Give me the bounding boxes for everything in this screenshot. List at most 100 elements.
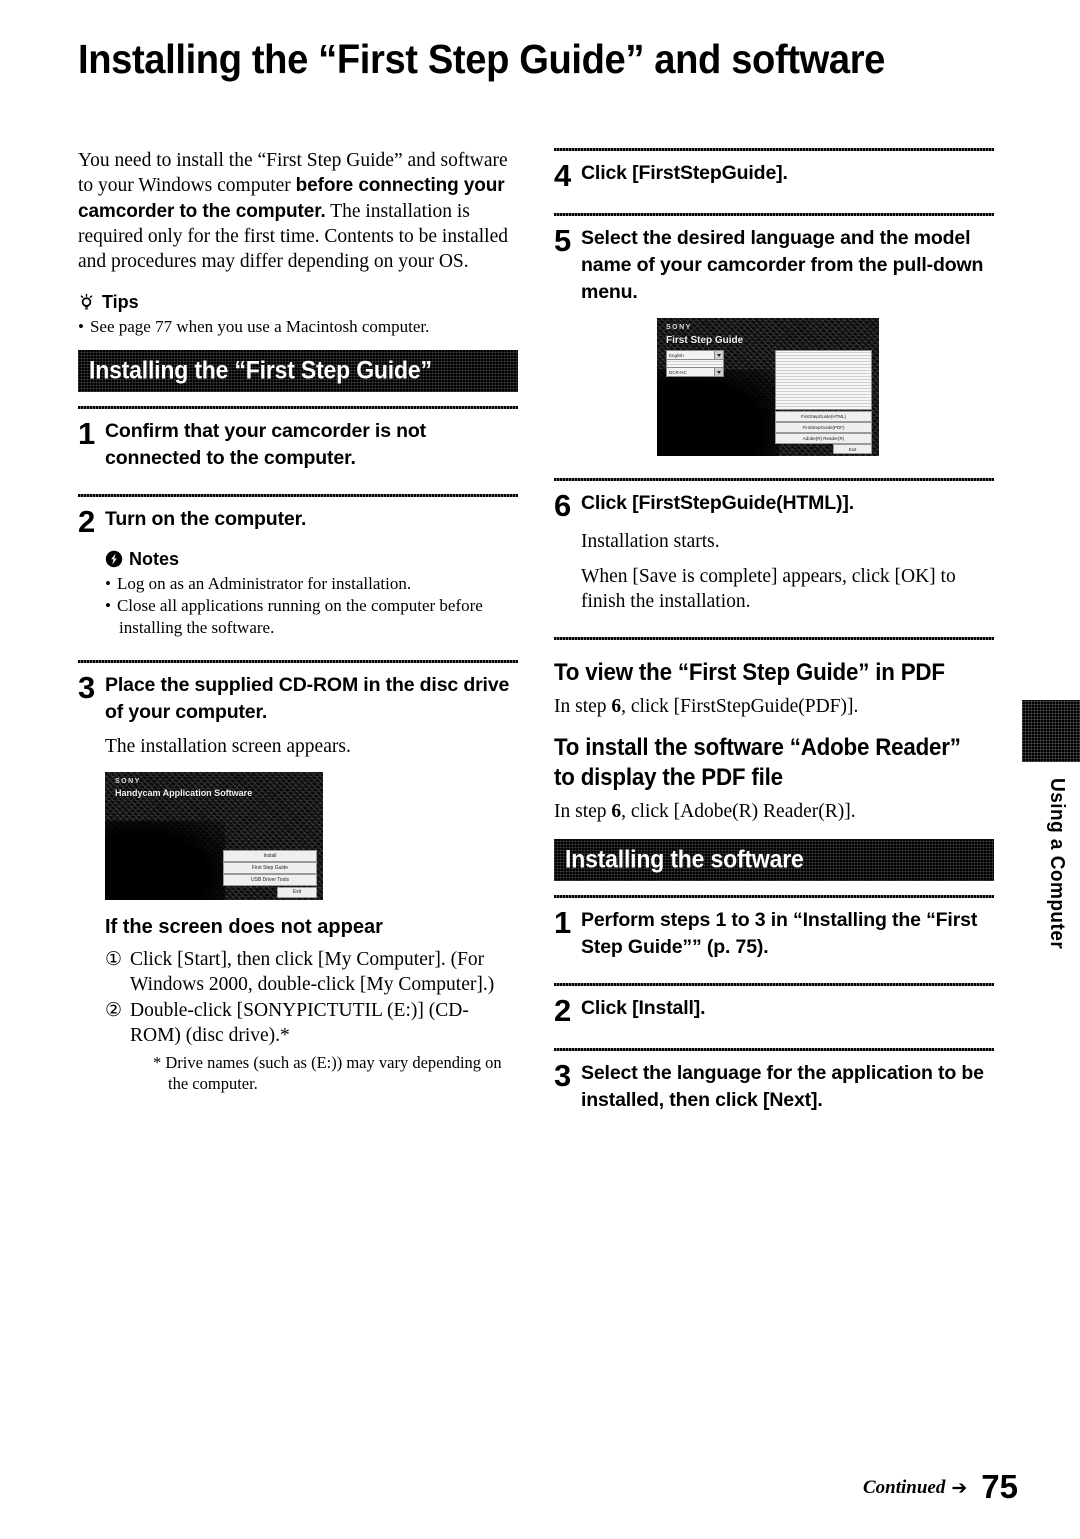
- step-divider: [554, 148, 994, 151]
- software-step-block-1: 1 Perform steps 1 to 3 in “Installing th…: [554, 894, 994, 961]
- dropdown-value: DCR-HC: [669, 369, 687, 375]
- intro-paragraph: You need to install the “First Step Guid…: [78, 148, 518, 274]
- step-text: Confirm that your camcorder is not conne…: [105, 419, 427, 469]
- body-pre: In step: [554, 801, 612, 822]
- arrow-right-icon: ➔: [951, 1477, 968, 1499]
- step-divider: [78, 660, 518, 664]
- left-column: You need to install the “First Step Guid…: [78, 148, 518, 1116]
- thumbnail-model-dropdown[interactable]: DCR-HC: [666, 367, 724, 377]
- page-footer: Continued ➔ 75: [863, 1470, 1018, 1503]
- screen-not-appear-list: ① Click [Start], then click [My Computer…: [105, 947, 518, 1048]
- step-text: Click [FirstStepGuide(HTML)].: [581, 492, 854, 514]
- tips-list: See page 77 when you use a Macintosh com…: [78, 316, 518, 338]
- step-divider: [554, 894, 994, 898]
- body-post: , click [Adobe(R) Reader(R)].: [621, 801, 856, 822]
- section-bar-first-step-guide: Installing the “First Step Guide”: [78, 349, 518, 392]
- document-page: Installing the “First Step Guide” and so…: [0, 0, 1080, 1539]
- thumbnail-photo-area: [657, 370, 780, 456]
- list-item: ① Click [Start], then click [My Computer…: [105, 947, 518, 997]
- step-divider: [554, 982, 994, 986]
- step-text: Place the supplied CD-ROM in the disc dr…: [105, 674, 510, 724]
- step-text: Select the language for the application …: [581, 1061, 984, 1111]
- first-step-guide-screen-thumbnail: SONY First Step Guide English DCR-HC Fir…: [657, 318, 879, 456]
- continued-label: Continued: [862, 1477, 946, 1498]
- step-number: 6: [554, 488, 572, 523]
- step-subtext: Installation starts. When [Save is compl…: [581, 529, 994, 615]
- step-block-5: 5 Select the desired language and the mo…: [554, 213, 994, 456]
- chevron-down-icon[interactable]: [714, 368, 723, 376]
- step-divider: [78, 405, 518, 409]
- software-step-block-3: 3 Select the language for the applicatio…: [554, 1047, 994, 1114]
- notes-header: Notes: [105, 549, 518, 570]
- step-divider: [554, 213, 994, 216]
- install-adobe-body: In step 6, click [Adobe(R) Reader(R)].: [554, 799, 994, 825]
- thumbnail-button-exit[interactable]: Exit: [277, 886, 317, 898]
- section-bar-label: Installing the software: [565, 845, 804, 873]
- step-block-3: 3 Place the supplied CD-ROM in the disc …: [78, 660, 518, 1094]
- list-marker: ②: [105, 999, 123, 1021]
- tips-label: Tips: [102, 292, 139, 313]
- thumbnail-photo-area: [105, 820, 225, 900]
- step-number: 3: [554, 1057, 572, 1093]
- list-item: ② Double-click [SONYPICTUTIL (E:)] (CD-R…: [105, 998, 518, 1048]
- subheading-install-adobe-reader: To install the software “Adobe Reader” t…: [554, 734, 961, 791]
- list-item: Close all applications running on the co…: [105, 595, 518, 638]
- step-block-6: 6 Click [FirstStepGuide(HTML)]. Installa…: [554, 478, 994, 615]
- thumbnail-button-fsg-html[interactable]: FirstStepGuide(HTML): [775, 411, 872, 422]
- step-text: Click [Install].: [581, 996, 706, 1019]
- thumbnail-button-first-step-guide[interactable]: First Step Guide: [223, 861, 317, 874]
- view-pdf-body: In step 6, click [FirstStepGuide(PDF)].: [554, 694, 994, 720]
- thumbnail-heading: Handycam Application Software: [115, 787, 253, 798]
- tips-callout: Tips See page 77 when you use a Macintos…: [78, 292, 518, 338]
- footnote: * Drive names (such as (E:)) may vary de…: [153, 1052, 502, 1093]
- list-item: Log on as an Administrator for installat…: [105, 573, 518, 595]
- chevron-down-icon[interactable]: [714, 351, 723, 359]
- section-bar-installing-software: Installing the software: [554, 838, 994, 881]
- right-column: 4 Click [FirstStepGuide]. 5 Select the d…: [554, 148, 994, 1136]
- thumbnail-button-usb-driver[interactable]: USB Driver Tools: [223, 873, 317, 886]
- note-exclamation-icon: [105, 550, 123, 569]
- body-post: , click [FirstStepGuide(PDF)].: [621, 695, 859, 717]
- notes-label: Notes: [129, 548, 180, 569]
- page-number: 75: [981, 1468, 1018, 1505]
- thumbnail-button-adobe-reader[interactable]: Adobe(R) Reader(R): [775, 433, 872, 444]
- section-bar-label: Installing the “First Step Guide”: [89, 356, 432, 385]
- subheading-view-pdf: To view the “First Step Guide” in PDF: [554, 658, 945, 686]
- thumbnail-heading: First Step Guide: [666, 335, 744, 346]
- step-number: 4: [554, 158, 572, 193]
- notes-list: Log on as an Administrator for installat…: [105, 573, 518, 639]
- sony-logo: SONY: [666, 324, 692, 331]
- step-subtext-line: When [Save is complete] appears, click […: [581, 565, 956, 613]
- thumbnail-button-fsg-pdf[interactable]: FirstStepGuide(PDF): [775, 422, 872, 433]
- notes-callout: Notes Log on as an Administrator for ins…: [105, 549, 518, 639]
- step-number: 5: [554, 223, 572, 258]
- list-item: See page 77 when you use a Macintosh com…: [78, 316, 518, 338]
- list-marker: ①: [105, 948, 123, 970]
- step-divider: [78, 493, 518, 497]
- lightbulb-icon: [78, 293, 95, 312]
- step-block-4: 4 Click [FirstStepGuide].: [554, 148, 994, 191]
- thumbnail-content-panel: [775, 350, 872, 410]
- step-subtext-line: Installation starts.: [581, 531, 720, 552]
- thumbnail-button-install[interactable]: Install: [223, 849, 317, 862]
- installation-screen-thumbnail: SONY Handycam Application Software Insta…: [105, 771, 323, 900]
- step-subtext: The installation screen appears.: [105, 734, 518, 760]
- page-title: Installing the “First Step Guide” and so…: [78, 36, 886, 82]
- step-text: Perform steps 1 to 3 in “Installing the …: [581, 908, 978, 958]
- step-divider: [554, 1047, 994, 1051]
- list-item-text: Click [Start], then click [My Computer].…: [130, 948, 495, 995]
- step-text: Turn on the computer.: [105, 507, 307, 530]
- software-step-block-2: 2 Click [Install].: [554, 982, 994, 1026]
- step-block-1: 1 Confirm that your camcorder is not con…: [78, 405, 518, 472]
- thumbnail-button-exit[interactable]: Exit: [833, 444, 872, 454]
- step-number: 1: [78, 415, 96, 451]
- list-item-text: Double-click [SONYPICTUTIL (E:)] (CD-ROM…: [130, 999, 469, 1046]
- edge-thumb-tab: [1022, 700, 1080, 762]
- step-text: Select the desired language and the mode…: [581, 227, 984, 303]
- section-divider: [554, 636, 994, 640]
- body-step-ref: 6: [611, 695, 622, 717]
- subheading-screen-not-appear: If the screen does not appear: [105, 915, 383, 938]
- step-block-2: 2 Turn on the computer. Notes • Log on a…: [78, 493, 518, 639]
- edge-tab-label: Using a Computer: [1046, 778, 1068, 950]
- step-divider: [554, 478, 994, 481]
